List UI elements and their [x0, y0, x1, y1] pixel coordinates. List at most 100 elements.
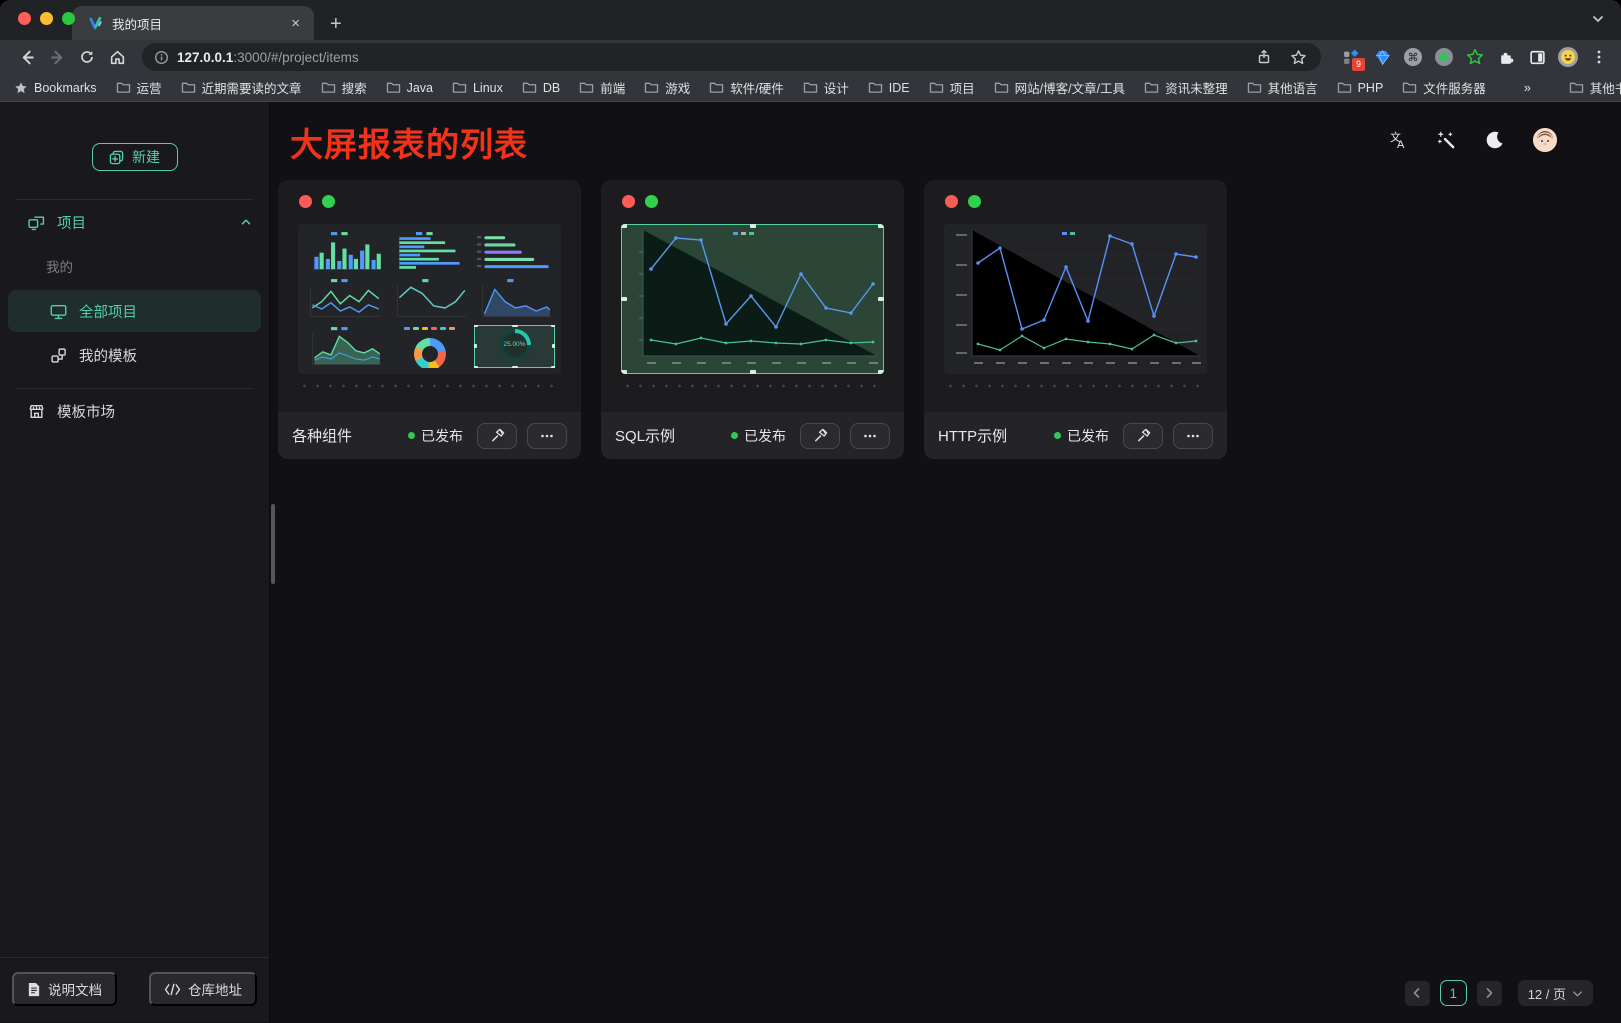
- back-button[interactable]: [14, 44, 40, 70]
- reload-button[interactable]: [74, 44, 100, 70]
- bookmark-folder[interactable]: 运营: [116, 78, 162, 97]
- extensions-puzzle-icon[interactable]: [1494, 45, 1518, 69]
- edit-project-button[interactable]: [800, 423, 840, 449]
- green-star-extension-icon[interactable]: [1463, 45, 1487, 69]
- share-icon[interactable]: [1251, 44, 1277, 70]
- new-tab-button[interactable]: +: [330, 14, 342, 34]
- more-dots-icon: [539, 428, 555, 444]
- browser-window: 我的项目 × + 127.0.0.1:3000/#/project/items: [0, 0, 1621, 1023]
- bookmark-folder[interactable]: IDE: [868, 81, 910, 95]
- browser-menu-icon[interactable]: [1587, 45, 1611, 69]
- card-footer: HTTP示例 已发布: [924, 412, 1227, 459]
- bookmark-star-icon[interactable]: [1285, 44, 1311, 70]
- folder-icon: [116, 81, 131, 94]
- site-info-icon[interactable]: [154, 50, 169, 65]
- sidebar-item-all-projects[interactable]: 全部项目: [8, 290, 261, 332]
- preview-two-line-chart: [304, 277, 385, 320]
- hammer-icon: [813, 428, 828, 443]
- close-window-button[interactable]: [18, 12, 31, 25]
- chevron-up-icon[interactable]: [239, 215, 253, 229]
- project-preview-image: [944, 224, 1207, 374]
- preview-bar-chart: [304, 230, 385, 273]
- page-title: 大屏报表的列表: [290, 118, 528, 166]
- next-page-button[interactable]: [1477, 981, 1502, 1006]
- docs-button[interactable]: 说明文档: [12, 972, 117, 1006]
- bookmarks-overflow-button[interactable]: »: [1524, 81, 1531, 95]
- folder-icon: [803, 81, 818, 94]
- zoom-window-button[interactable]: [62, 12, 75, 25]
- preview-capsule-chart: [474, 230, 555, 273]
- svg-text:A: A: [1397, 139, 1405, 151]
- extensions-row: 9 ⌘: [1333, 45, 1611, 69]
- dictionary-extension-icon[interactable]: 9: [1339, 45, 1363, 69]
- more-actions-button[interactable]: [850, 423, 890, 449]
- gauge-value: 25.00%: [499, 329, 531, 361]
- bookmark-folder[interactable]: 资讯未整理: [1144, 78, 1228, 97]
- red-dot: [622, 195, 635, 208]
- recorder-extension-icon[interactable]: [1432, 45, 1456, 69]
- code-icon: [164, 983, 181, 996]
- bookmark-folder[interactable]: DB: [522, 81, 560, 95]
- profile-avatar-icon[interactable]: [1556, 45, 1580, 69]
- page-size-select[interactable]: 12 / 页: [1518, 980, 1593, 1006]
- bookmark-folder[interactable]: 搜索: [321, 78, 367, 97]
- edit-project-button[interactable]: [477, 423, 517, 449]
- bookmark-folder[interactable]: 游戏: [644, 78, 690, 97]
- project-card[interactable]: SQL示例 已发布: [601, 180, 904, 459]
- bookmark-folder[interactable]: 网站/博客/文章/工具: [994, 78, 1125, 97]
- repo-button[interactable]: 仓库地址: [149, 972, 257, 1006]
- edit-project-button[interactable]: [1123, 423, 1163, 449]
- home-button[interactable]: [104, 44, 130, 70]
- create-project-button[interactable]: 新建: [92, 143, 178, 171]
- more-actions-button[interactable]: [1173, 423, 1213, 449]
- bookmark-folder[interactable]: 软件/硬件: [709, 78, 783, 97]
- dark-mode-moon-icon[interactable]: [1484, 129, 1506, 151]
- bookmark-label: 近期需要读的文章: [202, 78, 302, 97]
- card-window-dots: [299, 195, 335, 208]
- sidebar-item-my-templates[interactable]: 我的模板: [8, 334, 261, 376]
- monitor-icon: [50, 303, 67, 320]
- other-bookmarks-folder[interactable]: 其他书签: [1569, 78, 1621, 97]
- more-dots-icon: [1185, 428, 1201, 444]
- bookmark-folder[interactable]: 其他语言: [1247, 78, 1318, 97]
- bookmark-folder[interactable]: Linux: [452, 81, 503, 95]
- tab-close-icon[interactable]: ×: [287, 14, 304, 33]
- page-number-button[interactable]: 1: [1440, 980, 1467, 1006]
- project-card[interactable]: HTTP示例 已发布: [924, 180, 1227, 459]
- prev-page-button[interactable]: [1405, 981, 1430, 1006]
- browser-tab[interactable]: 我的项目 ×: [72, 6, 314, 40]
- bookmark-folder[interactable]: 文件服务器: [1402, 78, 1486, 97]
- address-bar[interactable]: 127.0.0.1:3000/#/project/items: [142, 43, 1321, 71]
- tab-search-chevron-icon[interactable]: [1591, 12, 1605, 26]
- magic-wand-icon[interactable]: [1435, 129, 1457, 151]
- bookmark-item[interactable]: Bookmarks: [14, 81, 97, 95]
- bookmark-folder[interactable]: 设计: [803, 78, 849, 97]
- url-path: :3000/#/project/items: [233, 50, 358, 65]
- bookmark-folder[interactable]: Java: [386, 81, 433, 95]
- gem-extension-icon[interactable]: [1370, 45, 1394, 69]
- scrollbar-thumb[interactable]: [271, 504, 275, 584]
- red-dot: [945, 195, 958, 208]
- folder-icon: [452, 81, 467, 94]
- project-name: 各种组件: [292, 425, 398, 446]
- minimize-window-button[interactable]: [40, 12, 53, 25]
- sidebar-item-template-market[interactable]: 模板市场: [0, 389, 269, 433]
- preview-hbar-chart: [389, 230, 470, 273]
- bookmark-folder[interactable]: PHP: [1337, 81, 1384, 95]
- more-actions-button[interactable]: [527, 423, 567, 449]
- command-extension-icon[interactable]: ⌘: [1401, 45, 1425, 69]
- card-footer: 各种组件 已发布: [278, 412, 581, 459]
- language-translate-icon[interactable]: 文 A: [1386, 129, 1408, 151]
- new-copy-plus-icon: [109, 150, 124, 165]
- bookmark-folder[interactable]: 项目: [929, 78, 975, 97]
- user-avatar[interactable]: [1533, 128, 1557, 152]
- forward-button[interactable]: [44, 44, 70, 70]
- page-header: 大屏报表的列表 文 A: [270, 102, 1621, 166]
- bookmark-folder[interactable]: 前端: [579, 78, 625, 97]
- project-card[interactable]: 25.00% 各种组件 已发布: [278, 180, 581, 459]
- bookmark-folder[interactable]: 近期需要读的文章: [181, 78, 302, 97]
- create-project-label: 新建: [132, 147, 160, 167]
- side-panel-icon[interactable]: [1525, 45, 1549, 69]
- sidebar-section-project[interactable]: 项目: [0, 200, 269, 244]
- sidebar-footer: 说明文档 仓库地址: [0, 957, 269, 1022]
